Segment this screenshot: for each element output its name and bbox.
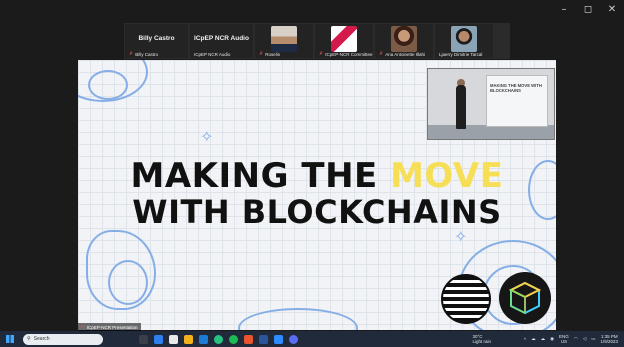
file-explorer-icon[interactable]	[184, 334, 193, 344]
cloud-icon[interactable]: ☁	[531, 336, 536, 342]
store-icon[interactable]	[169, 334, 178, 344]
windows-icon	[6, 335, 14, 343]
mail-icon[interactable]	[199, 334, 208, 344]
onedrive-icon[interactable]: ☁	[541, 336, 546, 342]
sparkle-icon: ✧	[454, 229, 468, 246]
taskbar-search[interactable]: ⚲ Search	[23, 333, 103, 345]
mic-muted-icon: ✗	[81, 324, 85, 329]
mic-muted-icon: ✗	[129, 51, 134, 57]
slide-title-line2: WITH BLOCKCHAINS	[132, 193, 502, 231]
close-button[interactable]: ✕	[606, 4, 618, 15]
slide-title-line1: MAKING THE MOVE	[78, 158, 556, 194]
mic-muted-icon: ✗	[379, 51, 384, 57]
speaker-video[interactable]: MAKING THE MOVE WITH BLOCKCHAINS	[427, 68, 555, 140]
maximize-button[interactable]: ◻	[582, 4, 594, 15]
chevron-up-icon[interactable]: ^	[524, 337, 526, 342]
battery-icon[interactable]: ▭	[591, 336, 595, 342]
presenter-label: ✗ ICpEP-NCR Presentation	[78, 323, 141, 331]
zoom-icon[interactable]	[274, 334, 283, 344]
cube-logo-icon	[499, 272, 551, 324]
participant-label: ✗ Billy Castro	[129, 51, 158, 57]
participant-name: Ljaerry Dimitrie Tarcal	[439, 52, 483, 57]
speaker-person	[456, 85, 466, 129]
participant-label: Ljaerry Dimitrie Tarcal	[439, 52, 482, 57]
language-indicator[interactable]: ENG US	[559, 334, 569, 344]
shared-screen[interactable]: ✧ ✧ ✧ MAKING THE MOVE WITH BLOCKCHAINS M…	[78, 60, 556, 330]
participant-video	[451, 26, 477, 52]
mic-muted-icon: ✗	[259, 51, 264, 57]
sparkle-icon: ✧	[200, 129, 214, 146]
app-icon[interactable]	[289, 334, 298, 344]
participant-tile[interactable]: Billy Castro ✗ Billy Castro	[125, 24, 188, 58]
participant-video	[331, 26, 357, 52]
weather-widget[interactable]: 30°C Light rain	[472, 334, 491, 344]
participant-label: ICpEP NCR Audio	[194, 52, 230, 57]
wifi-icon[interactable]: ◠	[574, 336, 578, 342]
weather-desc: Light rain	[472, 339, 491, 344]
participant-tile[interactable]: ✗ Roselin	[255, 24, 313, 58]
participant-label: ✗ ICpEP-NCR Committee	[319, 51, 372, 57]
spotify-icon[interactable]	[229, 334, 238, 344]
participant-display-name: Billy Castro	[138, 35, 175, 42]
taskbar: ⚲ Search 30°C Light rain ^ ☁ ☁ ◉ ENG US …	[0, 331, 624, 347]
room-floor	[428, 125, 554, 139]
video-call-window: – ◻ ✕ Billy Castro ✗ Billy Castro ICpEP …	[0, 0, 624, 347]
taskbar-apps	[139, 334, 298, 344]
participant-tile[interactable]: Ljaerry Dimitrie Tarcal	[435, 24, 493, 58]
clock[interactable]: 1:35 PM 1/9/2023	[600, 334, 618, 344]
task-view-icon[interactable]	[139, 334, 148, 344]
participant-video	[391, 26, 417, 52]
projector-screen-text: MAKING THE MOVE WITH BLOCKCHAINS	[490, 83, 542, 93]
volume-icon[interactable]: ◁	[583, 336, 586, 342]
participant-name: ICpEP NCR Audio	[194, 52, 231, 57]
slide-title: MAKING THE MOVE WITH BLOCKCHAINS	[78, 158, 556, 230]
doodle-decoration	[108, 260, 148, 305]
participant-label: ✗ Ana Antoinette Illahi	[379, 51, 425, 57]
participant-label: ✗ Roselin	[259, 51, 280, 57]
participant-display-name: ICpEP NCR Audio	[194, 35, 249, 42]
window-controls: – ◻ ✕	[558, 4, 618, 15]
search-placeholder: Search	[33, 336, 50, 342]
app-icon[interactable]	[244, 334, 253, 344]
participant-video	[271, 26, 297, 52]
participant-name: Billy Castro	[135, 51, 158, 57]
participant-tile[interactable]: ✗ Ana Antoinette Illahi	[375, 24, 433, 58]
aptos-logo-icon	[441, 274, 491, 324]
slide-title-highlight: MOVE	[390, 156, 504, 196]
search-icon: ⚲	[27, 336, 31, 342]
system-tray: 30°C Light rain ^ ☁ ☁ ◉ ENG US ◠ ◁ ▭ 1:3…	[472, 334, 624, 344]
word-icon[interactable]	[259, 334, 268, 344]
presenter-name: ICpEP-NCR Presentation	[86, 324, 138, 330]
minimize-button[interactable]: –	[558, 4, 570, 15]
chrome-icon[interactable]	[214, 334, 223, 344]
mic-icon[interactable]: ◉	[550, 336, 554, 342]
slide-title-text: MAKING THE	[130, 156, 391, 196]
language-region: US	[560, 339, 568, 344]
edge-icon[interactable]	[154, 334, 163, 344]
participant-tile[interactable]: ✗ ICpEP-NCR Committee	[315, 24, 373, 58]
start-button[interactable]	[3, 331, 17, 347]
clock-date: 1/9/2023	[600, 339, 618, 344]
participant-strip: Billy Castro ✗ Billy Castro ICpEP NCR Au…	[124, 23, 510, 59]
participant-name: Ana Antoinette Illahi	[385, 51, 425, 57]
doodle-decoration	[88, 70, 128, 100]
participant-name: ICpEP-NCR Committee	[325, 51, 373, 57]
participant-tile[interactable]: ICpEP NCR Audio ICpEP NCR Audio	[190, 24, 253, 58]
doodle-decoration	[238, 308, 358, 330]
mic-muted-icon: ✗	[319, 51, 324, 57]
participant-name: Roselin	[265, 51, 281, 57]
